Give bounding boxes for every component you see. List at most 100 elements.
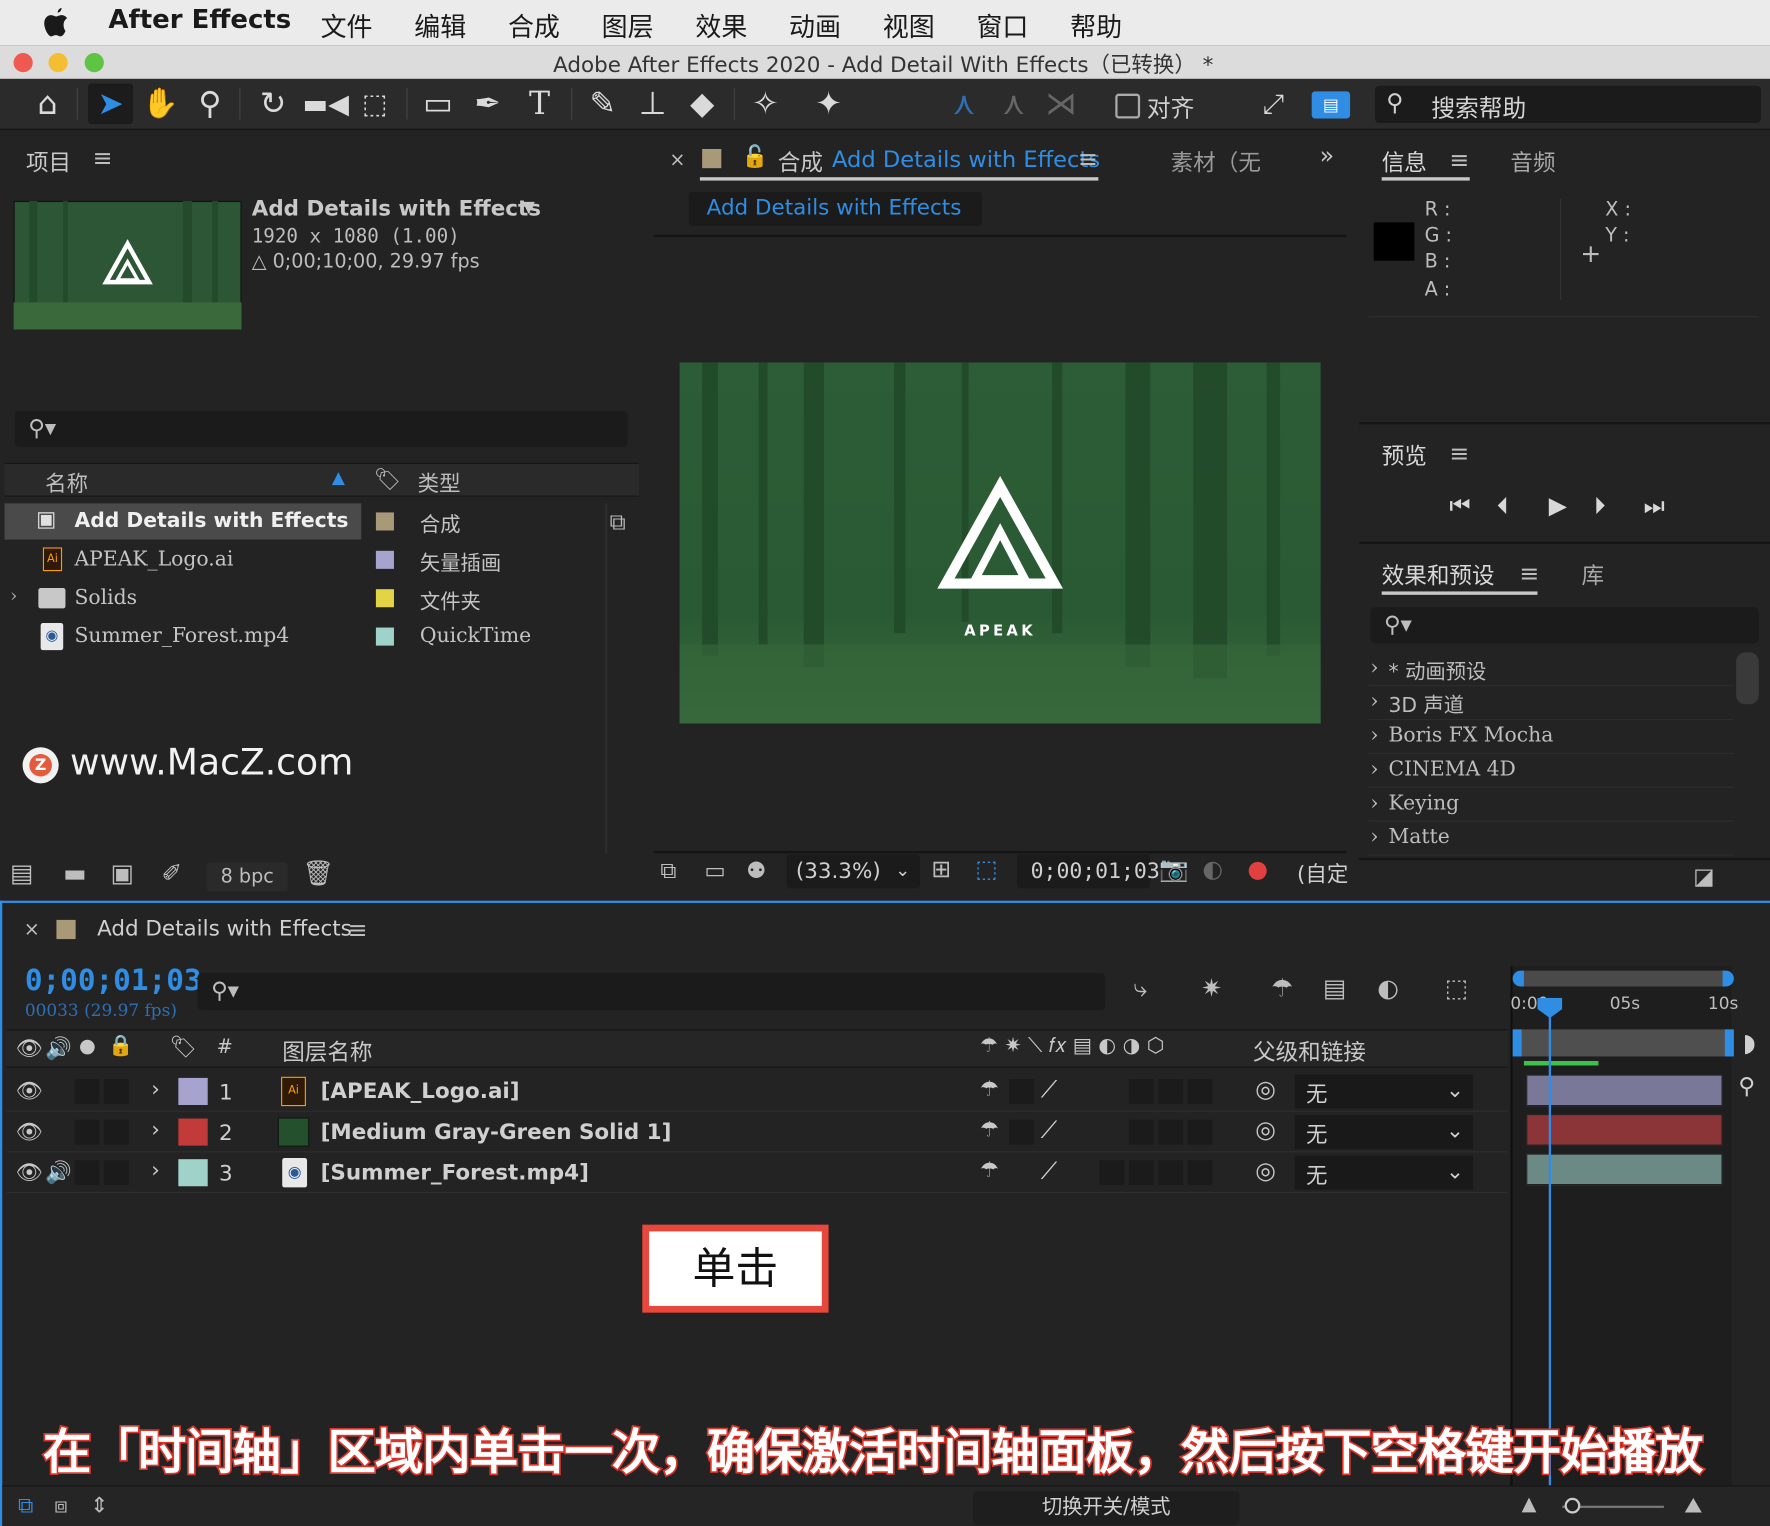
chevron-right-icon[interactable]: › — [10, 585, 17, 606]
parent-column[interactable]: 父级和链接 — [1253, 1034, 1366, 1067]
trash-icon[interactable]: 🗑 — [303, 860, 335, 888]
effects-search-field[interactable]: ⚲▾ — [1370, 607, 1759, 644]
project-panel-title[interactable]: 项目 — [26, 144, 71, 177]
menu-layer[interactable]: 图层 — [602, 6, 654, 44]
zoom-slider-thumb[interactable] — [1564, 1497, 1581, 1514]
project-search-field[interactable]: ⚲▾ — [14, 410, 628, 447]
eye-icon[interactable]: 👁 — [16, 1159, 43, 1185]
transparency-grid-icon[interactable]: ⬚ — [975, 856, 997, 883]
local-axis-icon[interactable]: ⋏ — [944, 84, 985, 125]
timeline-tab[interactable]: Add Details with Effects — [97, 917, 352, 942]
menu-animation[interactable]: 动画 — [789, 6, 841, 44]
play-icon[interactable]: ▶ — [1549, 492, 1567, 519]
world-axis-icon[interactable]: ⋏ — [993, 84, 1034, 125]
layer-switches-icon[interactable]: ⧉ — [18, 1493, 33, 1518]
scrollbar-thumb[interactable] — [1736, 652, 1759, 705]
eye-icon[interactable]: 👁 — [16, 1119, 43, 1145]
brush-tool-icon[interactable]: ✎ — [582, 84, 623, 125]
work-area-start[interactable] — [1512, 1029, 1522, 1057]
effects-category[interactable]: › Keying — [1368, 788, 1734, 822]
info-tab[interactable]: 信息 — [1382, 144, 1427, 177]
previous-frame-icon[interactable]: ⏴ — [1497, 492, 1509, 520]
quality-switch-icon[interactable]: ⟋ — [1041, 1157, 1058, 1185]
menu-help[interactable]: 帮助 — [1070, 6, 1122, 44]
show-snapshot-icon[interactable]: ◐ — [1202, 856, 1223, 883]
preview-title[interactable]: 预览 — [1382, 438, 1427, 471]
solo-icon[interactable]: ● — [79, 1035, 96, 1058]
effects-category[interactable]: › * 动画预设 — [1368, 652, 1734, 687]
workspace-icon[interactable]: ▤ — [1311, 91, 1351, 119]
zoom-select[interactable]: (33.3%) ⌄ — [786, 854, 920, 889]
shy-switch-icon[interactable]: ☂ — [980, 1158, 999, 1183]
region-of-interest-icon[interactable]: ⊞ — [931, 856, 951, 883]
type-tool-icon[interactable]: T — [519, 84, 560, 125]
project-item[interactable]: › Solids 文件夹 — [5, 580, 606, 617]
quality-switch-icon[interactable]: ⟋ — [1041, 1076, 1058, 1104]
chevron-right-icon[interactable]: › — [151, 1158, 160, 1183]
column-name[interactable]: 名称 — [45, 467, 88, 497]
menu-edit[interactable]: 编辑 — [414, 6, 466, 44]
in-out-icon[interactable]: ⇕ — [90, 1493, 108, 1518]
layer-row[interactable]: 👁 🔊 › 3 ◉ [Summer_Forest.mp4] ☂ ⟋ ◎ 无 ⌄ — [6, 1154, 1509, 1194]
label-tag-icon[interactable]: 🏷 — [169, 1034, 196, 1060]
parent-select[interactable]: 无 ⌄ — [1294, 1155, 1474, 1190]
color-channels-icon[interactable]: ● — [1247, 856, 1268, 883]
layer-bar[interactable] — [1526, 1114, 1723, 1146]
flowchart-icon[interactable]: ⧉ — [610, 508, 626, 535]
time-navigator[interactable] — [1517, 970, 1732, 987]
toggle-switches-modes-button[interactable]: 切换开关/模式 — [973, 1491, 1240, 1525]
pick-whip-icon[interactable]: ◎ — [1255, 1157, 1276, 1184]
camera-tool-icon[interactable]: ▬◀ — [303, 84, 349, 125]
pan-behind-tool-icon[interactable]: ⬚ — [354, 84, 395, 125]
comp-marker-icon[interactable]: ◗ — [1743, 1029, 1756, 1057]
sort-up-icon[interactable]: ▲ — [332, 467, 345, 487]
effects-category[interactable]: › Matte — [1368, 822, 1734, 856]
navigator-start-handle[interactable] — [1512, 970, 1524, 987]
pick-whip-icon[interactable]: ◎ — [1255, 1116, 1276, 1143]
project-item[interactable]: Ai APEAK_Logo.ai 矢量插画 — [5, 542, 606, 579]
bit-depth-button[interactable]: 8 bpc — [206, 862, 288, 892]
pen-tool-icon[interactable]: ✒ — [467, 84, 508, 125]
parent-select[interactable]: 无 ⌄ — [1294, 1115, 1474, 1150]
effects-category[interactable]: › 3D 声道 — [1368, 686, 1734, 721]
interpret-footage-icon[interactable]: ▤ — [10, 860, 33, 888]
help-search-field[interactable]: ⚲ 搜索帮助 — [1374, 85, 1761, 124]
monitor-icon[interactable]: ▭ — [704, 857, 725, 884]
minimize-window-button[interactable] — [48, 53, 68, 73]
home-icon[interactable]: ⌂ — [27, 84, 68, 125]
label-swatch[interactable] — [178, 1159, 208, 1187]
speaker-icon[interactable]: 🔊 — [45, 1159, 72, 1185]
speaker-icon[interactable]: 🔊 — [45, 1035, 72, 1061]
eye-icon[interactable]: 👁 — [16, 1078, 43, 1104]
label-swatch[interactable] — [375, 512, 394, 531]
menu-window[interactable]: 窗口 — [976, 6, 1028, 44]
shy-switch-icon[interactable]: ☂ — [980, 1077, 999, 1102]
first-frame-icon[interactable]: ⏮ — [1449, 492, 1470, 520]
last-frame-icon[interactable]: ⏭ — [1644, 492, 1665, 520]
panel-menu-icon[interactable]: ≡ — [1449, 440, 1469, 467]
motion-blur-icon[interactable]: ◐ — [1377, 975, 1399, 1003]
menu-view[interactable]: 视图 — [883, 6, 935, 44]
rotate-tool-icon[interactable]: ↻ — [253, 84, 294, 125]
zoom-window-button[interactable] — [84, 53, 104, 73]
project-item[interactable]: ◉ Summer_Forest.mp4 QuickTime — [5, 619, 606, 656]
chevron-right-icon[interactable]: › — [151, 1117, 160, 1142]
effects-tab[interactable]: 效果和预设 — [1382, 558, 1495, 591]
next-frame-icon[interactable]: ⏵ — [1594, 492, 1606, 520]
close-window-button[interactable] — [13, 53, 33, 73]
comp-breadcrumb[interactable]: Add Details with Effects — [688, 191, 983, 226]
playhead-handle[interactable] — [1537, 997, 1563, 1019]
snap-checkbox[interactable] — [1115, 93, 1141, 119]
parent-select[interactable]: 无 ⌄ — [1294, 1074, 1474, 1109]
column-type[interactable]: 类型 — [418, 467, 461, 497]
close-icon[interactable]: × — [24, 919, 40, 942]
layer-name[interactable]: [Medium Gray-Green Solid 1] — [321, 1120, 672, 1145]
caret-down-icon[interactable]: ▼ — [523, 199, 535, 217]
zoom-in-icon[interactable]: ⛰ — [1684, 1493, 1702, 1518]
shy-switch-icon[interactable]: ☂ — [980, 1117, 999, 1142]
view-resolution-select[interactable]: (自定 — [1297, 858, 1348, 888]
composition-flowchart-icon[interactable]: ⤷ — [1133, 975, 1147, 1003]
mask-visibility-icon[interactable]: ⚉ — [746, 857, 766, 884]
graph-editor-icon[interactable]: ⬚ — [1445, 975, 1468, 1003]
new-preset-icon[interactable]: ◪ — [1693, 862, 1714, 889]
